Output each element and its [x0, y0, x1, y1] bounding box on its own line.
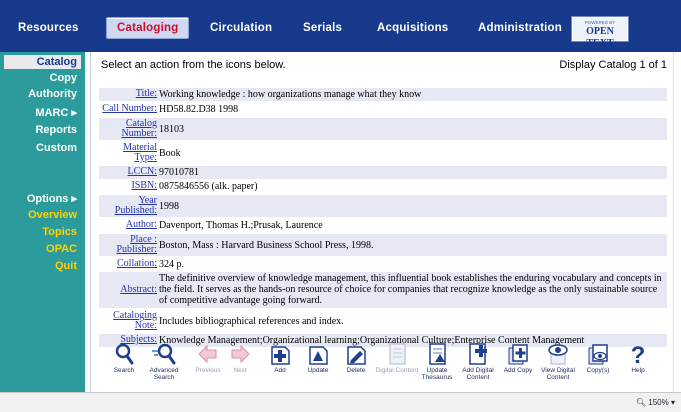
- delete-button[interactable]: Delete: [333, 342, 379, 374]
- sidebar-item-opac[interactable]: OPAC: [46, 243, 77, 255]
- search-icon: [115, 343, 134, 365]
- field-value-author: Davenport, Thomas H.;Prusak, Laurence: [159, 220, 323, 231]
- record-row-call-number: Call Number: HD58.82.D38 1998: [99, 103, 667, 116]
- field-value-call-number: HD58.82.D38 1998: [159, 104, 239, 115]
- sidebar-item-topics[interactable]: Topics: [42, 226, 77, 238]
- display-status: Display Catalog 1 of 1: [559, 59, 667, 71]
- digital-content-icon: [389, 343, 406, 365]
- record-row-material-type: Material Type: Book: [99, 142, 667, 164]
- field-value-collation: 324 p.: [159, 259, 184, 270]
- top-navigation: Resources Cataloging Circulation Serials…: [0, 0, 681, 52]
- record-row-year-published: Year Published: 1998: [99, 195, 667, 217]
- svg-text:?: ?: [631, 342, 646, 366]
- field-label-abstract[interactable]: Abstract:: [99, 285, 157, 295]
- zoom-control[interactable]: 🔍︎ 150% ▾: [636, 398, 675, 407]
- open-text-logo: POWERED BY OPEN TEXT: [572, 17, 628, 49]
- add-digital-content-icon: [469, 343, 487, 365]
- nav-serials[interactable]: Serials: [303, 22, 342, 34]
- advanced-search-button[interactable]: Advanced Search: [141, 342, 187, 381]
- record-row-catalog-number: Catalog Number: 18103: [99, 118, 667, 140]
- field-label-collation[interactable]: Collation:: [99, 259, 157, 269]
- field-label-isbn[interactable]: ISBN:: [99, 181, 157, 191]
- record-row-collation: Collation: 324 p.: [99, 258, 667, 271]
- record-row-title: Title: Working knowledge : how organizat…: [99, 88, 667, 101]
- sidebar-item-overview[interactable]: Overview: [28, 209, 77, 221]
- brand-name: OPEN TEXT: [586, 26, 614, 49]
- zoom-level: 150%: [648, 398, 669, 407]
- add-copy-icon: [508, 344, 528, 365]
- field-label-year-published[interactable]: Year Published:: [99, 196, 157, 216]
- field-value-abstract: The definitive overview of knowledge man…: [159, 273, 662, 306]
- sidebar-item-marc[interactable]: MARC ▸: [35, 106, 77, 119]
- zoom-icon: 🔍︎: [635, 398, 647, 407]
- field-label-title[interactable]: Title:: [99, 89, 157, 99]
- field-value-isbn: 0875846556 (alk. paper): [159, 181, 258, 192]
- help-label: Help: [631, 367, 645, 374]
- record-row-isbn: ISBN: 0875846556 (alk. paper): [99, 180, 667, 193]
- sidebar-item-quit[interactable]: Quit: [55, 260, 77, 272]
- view-digital-content-icon: [548, 344, 568, 365]
- help-icon: ?: [631, 342, 646, 366]
- field-label-lccn[interactable]: LCCN:: [99, 167, 157, 177]
- record-row-lccn: LCCN: 97010781: [99, 166, 667, 179]
- add-icon: [271, 346, 290, 365]
- delete-label: Delete: [346, 367, 366, 374]
- nav-acquisitions[interactable]: Acquisitions: [377, 22, 448, 34]
- help-button[interactable]: ? Help: [615, 342, 661, 374]
- update-thesaurus-label: Update Thesaurus: [421, 367, 453, 381]
- field-value-year-published: 1998: [159, 201, 179, 212]
- sidebar-item-reports[interactable]: Reports: [35, 124, 77, 136]
- record-row-place-publisher: Place : Publisher: Boston, Mass : Harvar…: [99, 234, 667, 256]
- field-value-cataloging-note: Includes bibliographical references and …: [159, 316, 344, 327]
- action-toolbar: Search Advanced Search Previous Next Add…: [91, 342, 674, 392]
- advanced-search-label: Advanced Search: [149, 367, 179, 381]
- nav-cataloging[interactable]: Cataloging: [106, 17, 190, 39]
- sidebar-item-custom[interactable]: Custom: [36, 142, 77, 154]
- nav-circulation[interactable]: Circulation: [210, 22, 272, 34]
- field-label-material-type[interactable]: Material Type:: [99, 143, 157, 163]
- record-row-cataloging-note: Cataloging Note: Includes bibliographica…: [99, 310, 667, 332]
- sidebar-item-authority[interactable]: Authority: [28, 88, 77, 100]
- field-label-author[interactable]: Author:: [99, 220, 157, 230]
- field-label-place-publisher[interactable]: Place : Publisher:: [99, 235, 157, 255]
- sidebar-item-options[interactable]: Options ▸: [27, 192, 77, 205]
- record-row-abstract: Abstract: The definitive overview of kno…: [99, 272, 667, 308]
- sidebar-item-copy[interactable]: Copy: [50, 72, 78, 84]
- field-label-cataloging-note[interactable]: Cataloging Note:: [99, 311, 157, 331]
- instruction-text: Select an action from the icons below.: [101, 59, 286, 71]
- next-icon: [231, 344, 250, 364]
- field-label-call-number[interactable]: Call Number:: [99, 104, 157, 114]
- field-label-catalog-number[interactable]: Catalog Number:: [99, 119, 157, 139]
- record-row-author: Author: Davenport, Thomas H.;Prusak, Lau…: [99, 219, 667, 232]
- sidebar-item-catalog[interactable]: Catalog: [4, 55, 81, 69]
- delete-icon: [347, 346, 366, 365]
- update-icon: [309, 346, 328, 365]
- nav-administration[interactable]: Administration: [478, 22, 562, 34]
- field-value-catalog-number: 18103: [159, 124, 184, 135]
- update-thesaurus-button[interactable]: Update Thesaurus: [414, 342, 460, 381]
- sidebar: Catalog Copy Authority MARC ▸ Reports Cu…: [0, 52, 85, 392]
- update-thesaurus-icon: [429, 343, 446, 365]
- field-value-place-publisher: Boston, Mass : Harvard Business School P…: [159, 240, 374, 251]
- catalog-panel: Select an action from the icons below. D…: [90, 52, 673, 392]
- advanced-search-icon: [152, 343, 176, 365]
- field-value-lccn: 97010781: [159, 167, 199, 178]
- field-value-material-type: Book: [159, 148, 181, 159]
- chevron-down-icon: ▾: [670, 398, 675, 407]
- nav-resources[interactable]: Resources: [18, 22, 79, 34]
- copys-icon: [588, 344, 608, 365]
- vertical-scrollbar[interactable]: [673, 52, 681, 392]
- status-bar: 🔍︎ 150% ▾: [0, 392, 681, 412]
- field-value-title: Working knowledge : how organizations ma…: [159, 89, 422, 100]
